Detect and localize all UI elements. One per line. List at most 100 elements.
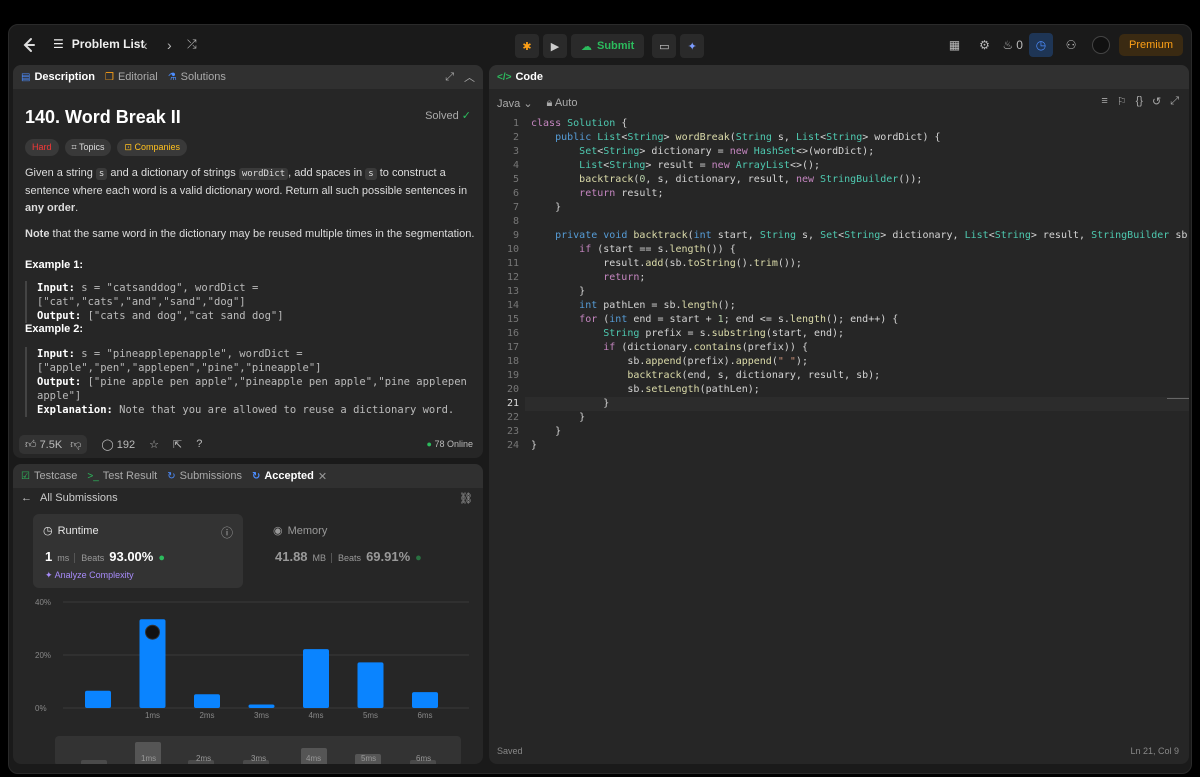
chart-bar[interactable] bbox=[85, 690, 111, 708]
close-tab-icon[interactable]: ✕ bbox=[318, 470, 327, 483]
tab-editorial[interactable]: ❒ Editorial bbox=[105, 71, 158, 83]
code-line[interactable]: if (start == s.length()) { bbox=[531, 243, 736, 257]
tab-accepted[interactable]: ↻ Accepted ✕ bbox=[252, 470, 327, 483]
code-line[interactable]: result.add(sb.toString().trim()); bbox=[531, 257, 802, 271]
expand-icon[interactable]: ⤢ bbox=[445, 71, 454, 84]
top-bar: ☰ Problem List ‹ › ⤮ ✱ ▶ ☁ Submit ▭ ✦ ▦ ⚙… bbox=[9, 25, 1191, 65]
topics-chip[interactable]: ⌗ Topics bbox=[64, 139, 112, 156]
favorite-star-icon[interactable]: ☆ bbox=[149, 438, 159, 451]
code-line[interactable]: return result; bbox=[531, 187, 663, 201]
next-problem-icon[interactable]: › bbox=[167, 37, 172, 53]
settings-button[interactable]: ⚙ bbox=[973, 33, 997, 57]
distribution-scroller[interactable]: 1ms 2ms 3ms 4ms 5ms 6ms bbox=[55, 736, 461, 764]
thumbs-down-icon: 👎︎ bbox=[70, 438, 82, 451]
timer-button[interactable]: ◷ bbox=[1028, 33, 1053, 57]
tab-code[interactable]: </> Code bbox=[497, 71, 543, 83]
code-line[interactable]: } bbox=[531, 425, 561, 439]
layout-button[interactable]: ▦ bbox=[943, 33, 967, 57]
checkbox-icon: ☑ bbox=[21, 470, 30, 482]
code-line[interactable]: sb.append(prefix).append(" "); bbox=[531, 355, 808, 369]
save-status: Saved bbox=[497, 746, 523, 756]
run-button[interactable]: ▶ bbox=[543, 34, 567, 58]
tab-submissions[interactable]: ↻ Submissions bbox=[167, 470, 242, 482]
premium-button[interactable]: Premium bbox=[1118, 34, 1183, 56]
mini-bar bbox=[81, 760, 107, 764]
code-line[interactable]: } bbox=[531, 397, 609, 411]
collapse-icon[interactable]: ︿ bbox=[464, 69, 475, 85]
code-line[interactable]: Set<String> dictionary = new HashSet<>(w… bbox=[531, 145, 874, 159]
shuffle-icon[interactable]: ⤮ bbox=[187, 37, 197, 52]
runtime-value: 1 ms Beats 93.00% ● bbox=[45, 549, 165, 564]
comment-icon: ◯ bbox=[101, 438, 114, 451]
beats-icon: ● bbox=[158, 552, 165, 564]
history-icon: ↻ bbox=[251, 470, 261, 482]
companies-chip[interactable]: ⊡ Companies bbox=[117, 139, 188, 156]
fullscreen-icon[interactable]: ⤢ bbox=[1170, 95, 1179, 108]
submit-button[interactable]: ☁ Submit bbox=[571, 34, 645, 58]
code-line[interactable]: public List<String> wordBreak(String s, … bbox=[531, 131, 940, 145]
leetcode-logo-icon[interactable] bbox=[21, 37, 37, 53]
code-line[interactable]: backtrack(end, s, dictionary, result, sb… bbox=[531, 369, 880, 383]
code-line[interactable]: class Solution { bbox=[531, 117, 627, 131]
code-line[interactable]: for (int end = start + 1; end <= s.lengt… bbox=[531, 313, 898, 327]
mini-label: 1ms bbox=[141, 754, 157, 763]
code-line[interactable]: if (dictionary.contains(prefix)) { bbox=[531, 341, 808, 355]
code-line[interactable]: } bbox=[531, 439, 537, 453]
tab-test-result[interactable]: >_ Test Result bbox=[87, 470, 157, 482]
tab-testcase[interactable]: ☑ Testcase bbox=[21, 470, 77, 482]
debug-button[interactable]: ✱ bbox=[515, 34, 539, 58]
description-footer: 👍︎ 7.5K 👎︎ ◯ 192 ☆ ⇱ ? ● 78 Online bbox=[13, 430, 483, 458]
ai-button[interactable]: ✦ bbox=[680, 34, 705, 58]
chip-icon: ◉ bbox=[273, 525, 283, 537]
language-select[interactable]: Java ⌄ bbox=[497, 97, 533, 110]
code-line[interactable]: return; bbox=[531, 271, 645, 285]
help-icon[interactable]: ? bbox=[196, 438, 202, 450]
like-button[interactable]: 👍︎ 7.5K bbox=[25, 438, 62, 451]
chart-bar[interactable] bbox=[248, 704, 275, 708]
format-icon[interactable]: ≡ bbox=[1101, 95, 1107, 108]
code-line[interactable]: backtrack(0, s, dictionary, result, new … bbox=[531, 173, 922, 187]
code-line[interactable]: } bbox=[531, 285, 585, 299]
add-user-button[interactable]: ⚇ bbox=[1059, 33, 1083, 57]
code-line[interactable]: private void backtrack(int start, String… bbox=[531, 229, 1189, 243]
bookmark-icon[interactable]: ⚐ bbox=[1117, 95, 1127, 108]
line-number: 7 bbox=[512, 202, 519, 213]
runtime-card[interactable]: ◷ Runtime ⓘ 1 ms Beats 93.00% ● ✦ Analyze Com… bbox=[33, 514, 243, 588]
chart-bar[interactable] bbox=[303, 649, 329, 708]
problem-list-button[interactable]: ☰ Problem List bbox=[53, 37, 144, 51]
add-user-icon: ⚇ bbox=[1065, 38, 1077, 52]
share-icon[interactable]: ⇱ bbox=[173, 438, 182, 451]
line-number: 13 bbox=[506, 286, 519, 297]
reset-icon[interactable]: ↺ bbox=[1152, 95, 1161, 108]
dislike-button[interactable]: 👎︎ bbox=[70, 438, 81, 451]
code-line[interactable]: int pathLen = sb.length(); bbox=[531, 299, 736, 313]
code-line[interactable]: } bbox=[531, 411, 585, 425]
description-panel: ▤ Description ❒ Editorial ⚗ Solutions ⤢ ︿ 1… bbox=[13, 65, 483, 458]
comments-button[interactable]: ◯ 192 bbox=[101, 438, 135, 451]
streak-counter[interactable]: ♨ 0 bbox=[1003, 33, 1023, 57]
chart-bar[interactable] bbox=[194, 694, 220, 708]
y-tick-label: 40% bbox=[35, 598, 51, 607]
auto-mode-toggle[interactable]: 🔒︎ Auto bbox=[547, 97, 578, 110]
all-submissions-link[interactable]: ← All Submissions bbox=[21, 492, 118, 504]
analyze-complexity-button[interactable]: ✦ Analyze Complexity bbox=[45, 570, 134, 581]
link-icon[interactable]: ⛓ bbox=[459, 492, 473, 505]
info-icon[interactable]: ⓘ bbox=[221, 524, 233, 541]
chart-bar[interactable] bbox=[412, 692, 438, 708]
chart-bar[interactable] bbox=[357, 662, 384, 708]
note-button[interactable]: ▭ bbox=[652, 34, 677, 58]
code-line[interactable]: List<String> result = new ArrayList<>(); bbox=[531, 159, 820, 173]
memory-card[interactable]: ◉ Memory 41.88 MB Beats 69.91% ● bbox=[263, 514, 473, 588]
line-number: 11 bbox=[506, 258, 519, 269]
code-line[interactable]: } bbox=[531, 201, 561, 215]
code-line[interactable]: sb.setLength(pathLen); bbox=[531, 383, 759, 397]
avatar[interactable] bbox=[1089, 33, 1113, 57]
braces-icon[interactable]: {} bbox=[1136, 95, 1143, 108]
prev-problem-icon[interactable]: ‹ bbox=[143, 37, 148, 53]
line-number: 19 bbox=[506, 370, 519, 381]
editor-tools: ≡ ⚐ {} ↺ ⤢ bbox=[1101, 95, 1179, 108]
code-line[interactable]: String prefix = s.substring(start, end); bbox=[531, 327, 844, 341]
x-tick-label: 3ms bbox=[254, 711, 269, 719]
tab-description[interactable]: ▤ Description bbox=[21, 71, 95, 83]
tab-solutions[interactable]: ⚗ Solutions bbox=[168, 71, 226, 83]
